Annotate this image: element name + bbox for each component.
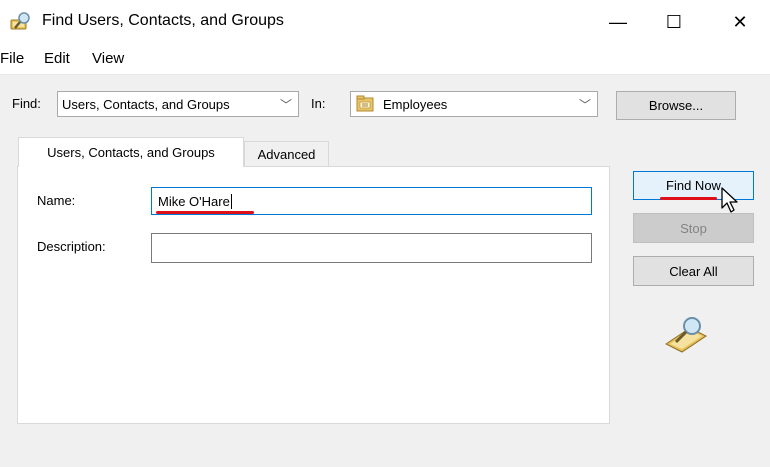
- find-type-value: Users, Contacts, and Groups: [62, 96, 230, 112]
- maximize-button[interactable]: ☐: [646, 0, 702, 44]
- close-button[interactable]: ✕: [712, 0, 768, 44]
- menu-file[interactable]: File: [0, 50, 24, 67]
- name-input-value: Mike O'Hare: [158, 193, 230, 209]
- find-type-dropdown[interactable]: Users, Contacts, and Groups ﹀: [57, 91, 299, 117]
- location-value: Employees: [383, 96, 448, 112]
- menu-view[interactable]: View: [92, 50, 124, 67]
- name-label: Name:: [37, 193, 76, 208]
- window-title: Find Users, Contacts, and Groups: [42, 12, 284, 29]
- tab-users-contacts-groups[interactable]: Users, Contacts, and Groups: [18, 137, 244, 167]
- location-dropdown[interactable]: Employees ﹀: [350, 91, 598, 117]
- description-input[interactable]: [151, 233, 592, 263]
- chevron-down-icon: ﹀: [578, 98, 591, 112]
- text-caret: [230, 193, 232, 209]
- chevron-down-icon: ﹀: [279, 98, 292, 112]
- magnifier-icon: [665, 317, 707, 353]
- tab-advanced[interactable]: Advanced: [244, 141, 329, 167]
- mouse-pointer-icon: [721, 187, 738, 213]
- minimize-button[interactable]: —: [590, 0, 646, 44]
- find-people-icon: [10, 12, 30, 30]
- annotation-underline-find-now: [660, 197, 717, 200]
- folder-icon: [356, 95, 374, 112]
- stop-button[interactable]: Stop: [633, 213, 754, 243]
- browse-button[interactable]: Browse...: [616, 91, 736, 120]
- annotation-underline-name: [156, 211, 254, 214]
- menu-edit[interactable]: Edit: [44, 50, 70, 67]
- clear-all-button[interactable]: Clear All: [633, 256, 754, 286]
- find-label: Find:: [12, 96, 41, 111]
- description-label: Description:: [37, 239, 106, 254]
- in-label: In:: [311, 96, 326, 111]
